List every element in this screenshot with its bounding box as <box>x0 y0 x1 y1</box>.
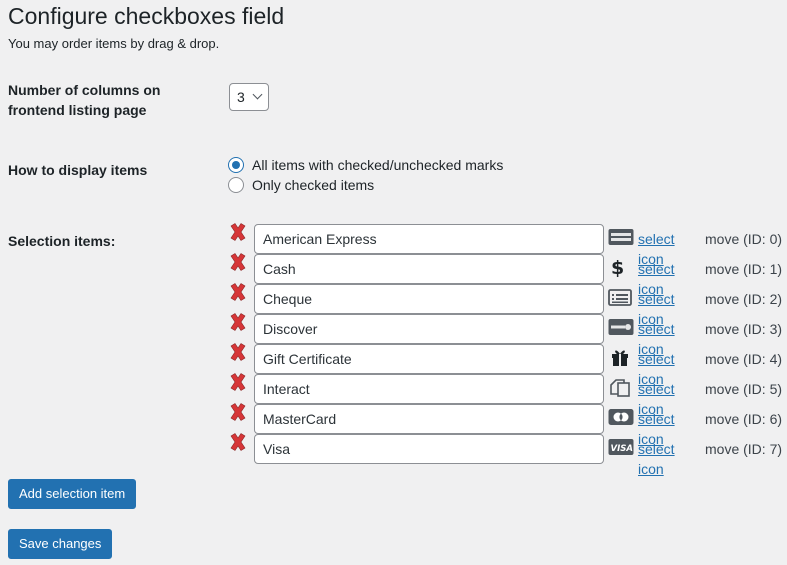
move-handle[interactable]: move (ID: 1) <box>705 259 782 279</box>
save-changes-button[interactable]: Save changes <box>8 529 113 559</box>
radio-all-checked[interactable] <box>228 157 244 173</box>
selection-item-input[interactable]: Cash <box>254 254 604 284</box>
display-option-label: All items with checked/unchecked marks <box>252 157 504 173</box>
move-handle[interactable]: move (ID: 4) <box>705 349 782 369</box>
gift-icon <box>608 347 634 367</box>
delete-icon[interactable] <box>228 282 248 302</box>
selection-item-input[interactable]: Discover <box>254 314 604 344</box>
display-label: How to display items <box>8 162 148 178</box>
move-handle[interactable]: move (ID: 2) <box>705 289 782 309</box>
columns-label: Number of columns on frontend listing pa… <box>8 82 161 118</box>
move-handle[interactable]: move (ID: 6) <box>705 409 782 429</box>
selection-item-input[interactable]: Interact <box>254 374 604 404</box>
delete-icon[interactable] <box>228 432 248 452</box>
move-handle[interactable]: move (ID: 3) <box>705 319 782 339</box>
dollar-icon: $ <box>608 257 634 279</box>
delete-icon[interactable] <box>228 222 248 242</box>
display-option-checked-only[interactable]: Only checked items <box>228 175 374 195</box>
move-handle[interactable]: move (ID: 0) <box>705 229 782 249</box>
selection-item-input[interactable]: Gift Certificate <box>254 344 604 374</box>
move-handle[interactable]: move (ID: 5) <box>705 379 782 399</box>
delete-icon[interactable] <box>228 342 248 362</box>
selection-label: Selection items: <box>8 233 116 249</box>
selection-item-input[interactable]: MasterCard <box>254 404 604 434</box>
discover-card-icon <box>608 317 634 337</box>
delete-icon[interactable] <box>228 402 248 422</box>
chevron-down-icon <box>252 89 263 100</box>
svg-text:VISA: VISA <box>611 444 633 454</box>
display-option-all[interactable]: All items with checked/unchecked marks <box>228 155 503 175</box>
selection-item-input[interactable]: American Express <box>254 224 604 254</box>
select-icon-link[interactable]: select icon <box>638 439 675 479</box>
svg-text:$: $ <box>611 257 624 277</box>
page-subtitle: You may order items by drag & drop. <box>8 36 220 51</box>
delete-icon[interactable] <box>228 312 248 332</box>
interact-icon <box>608 377 634 397</box>
columns-select[interactable]: 3 <box>229 83 269 111</box>
delete-icon[interactable] <box>228 252 248 272</box>
delete-icon[interactable] <box>228 372 248 392</box>
cheque-icon <box>608 287 634 307</box>
columns-select-value: 3 <box>237 89 245 105</box>
mastercard-icon <box>608 407 634 427</box>
radio-only-checked[interactable] <box>228 177 244 193</box>
selection-item-input[interactable]: Visa <box>254 434 604 464</box>
add-selection-item-button[interactable]: Add selection item <box>8 479 137 509</box>
selection-item-input[interactable]: Cheque <box>254 284 604 314</box>
display-option-label: Only checked items <box>252 177 375 193</box>
amex-card-icon <box>608 227 634 247</box>
move-handle[interactable]: move (ID: 7) <box>705 439 782 459</box>
page-title: Configure checkboxes field <box>8 3 285 29</box>
visa-card-icon: VISA <box>608 437 634 457</box>
